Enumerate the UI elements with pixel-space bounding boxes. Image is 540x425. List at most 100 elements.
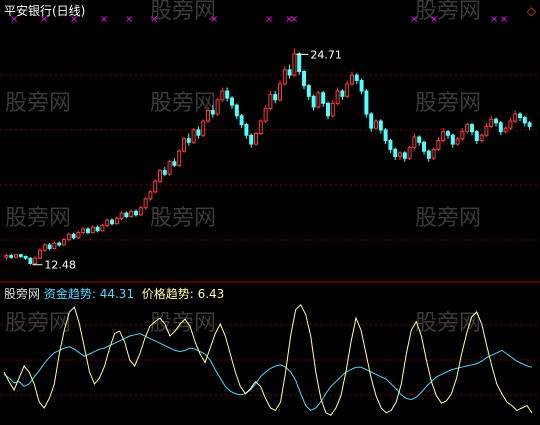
candle-body-67 xyxy=(326,102,330,117)
candle-body-45 xyxy=(220,90,225,101)
candle-body-28 xyxy=(138,207,143,216)
watermark-5: 股旁网 xyxy=(5,206,71,231)
candle-body-98 xyxy=(474,131,479,142)
marker-13: × xyxy=(500,14,508,25)
candle-body-105 xyxy=(508,120,513,129)
candle-body-13 xyxy=(66,233,71,241)
candle-body-8 xyxy=(42,244,47,251)
fund-trend-name: 资金趋势 xyxy=(43,287,92,301)
candle-body-97 xyxy=(470,124,474,133)
candle-body-60 xyxy=(292,53,297,76)
candle-body-92 xyxy=(446,131,450,136)
candle-body-64 xyxy=(311,95,316,108)
candle-body-48 xyxy=(234,104,239,117)
candle-body-31 xyxy=(153,180,158,193)
candle-body-22 xyxy=(110,219,114,225)
candle-body-53 xyxy=(258,120,263,134)
candle-body-94 xyxy=(455,138,460,145)
candle-body-37 xyxy=(182,138,186,152)
indicator-prefix: 股旁网 xyxy=(4,287,41,301)
candle-body-21 xyxy=(105,219,110,226)
candle-body-99 xyxy=(479,134,484,142)
candle-body-51 xyxy=(249,134,254,145)
candle-body-43 xyxy=(210,109,215,115)
candle-body-71 xyxy=(345,83,350,97)
candle-body-7 xyxy=(38,249,42,259)
candle-body-27 xyxy=(134,210,138,216)
candle-body-30 xyxy=(148,191,153,200)
candle-body-88 xyxy=(426,150,431,159)
candle-body-2 xyxy=(14,254,18,258)
candle-body-104 xyxy=(503,127,508,133)
candle-body-76 xyxy=(369,113,374,129)
candle-body-78 xyxy=(378,120,383,131)
candle-body-100 xyxy=(484,125,489,136)
candle-body-47 xyxy=(230,97,234,106)
series-line-0 xyxy=(3,333,533,411)
candle-body-109 xyxy=(527,122,532,127)
candle-body-0 xyxy=(4,255,9,258)
marker-11: × xyxy=(430,14,438,25)
candle-body-11 xyxy=(57,242,62,246)
candle-body-91 xyxy=(441,131,446,142)
candle-body-66 xyxy=(321,92,326,104)
fund-trend-value: 44.31 xyxy=(99,287,135,301)
candle-body-63 xyxy=(306,85,311,97)
candle-body-49 xyxy=(239,115,244,126)
indicator-legend: 股旁网 资金趋势: 44.31 价格趋势: 6.43 xyxy=(4,287,225,301)
candle-body-57 xyxy=(278,83,282,101)
candle-body-95 xyxy=(460,131,465,140)
candle-body-20 xyxy=(100,224,105,232)
candle-body-58 xyxy=(282,69,287,85)
candle-body-36 xyxy=(177,150,182,166)
candle-body-75 xyxy=(364,90,369,115)
candle-body-46 xyxy=(225,90,230,99)
candle-body-52 xyxy=(254,132,258,145)
watermark-4: 股旁网 xyxy=(415,91,481,116)
candle-body-12 xyxy=(62,239,66,246)
candle-body-103 xyxy=(498,122,503,133)
candle-body-89 xyxy=(431,148,436,159)
corner-marker: ◇ xyxy=(526,4,536,18)
candle-body-44 xyxy=(215,99,220,115)
candle-body-90 xyxy=(436,140,441,150)
candle-body-23 xyxy=(114,217,119,225)
marker-12: × xyxy=(490,14,498,25)
stock-chart: 股旁网 股旁网股旁网 股旁网 股旁网股旁网 股旁网 股旁网股旁网 股旁网 股旁网 × × × × × ×… xyxy=(0,0,540,416)
price-trend-name: 价格趋势 xyxy=(141,287,190,301)
candle-body-87 xyxy=(422,141,426,152)
candle-body-107 xyxy=(518,113,522,119)
candle-body-65 xyxy=(316,92,321,108)
candle-body-32 xyxy=(158,170,162,182)
watermark-6: 股旁网 xyxy=(150,206,216,231)
candle-body-85 xyxy=(412,136,417,149)
marker-3: × xyxy=(100,14,108,25)
candle-body-5 xyxy=(28,257,33,265)
marker-5: × xyxy=(150,14,158,25)
candle-body-84 xyxy=(407,147,412,159)
candle-body-19 xyxy=(95,226,100,232)
candle-body-6 xyxy=(33,257,38,265)
watermark-10: 股旁网 xyxy=(415,311,481,336)
candle-body-3 xyxy=(18,254,23,257)
candle-body-50 xyxy=(244,124,249,136)
candle-body-24 xyxy=(119,212,124,219)
candle-body-55 xyxy=(268,94,273,110)
candle-body-77 xyxy=(374,120,378,129)
price-trend-value: 6.43 xyxy=(197,287,225,301)
candle-body-80 xyxy=(388,140,393,150)
candle-body-26 xyxy=(129,210,134,218)
candle-body-96 xyxy=(465,124,470,133)
candle-body-17 xyxy=(86,228,90,234)
candle-body-101 xyxy=(489,118,494,127)
candle-body-9 xyxy=(47,244,52,249)
high-label: 24.71 xyxy=(310,48,342,61)
candle-body-69 xyxy=(335,90,340,104)
chart-title: 平安银行(日线) xyxy=(4,4,86,18)
candle-body-4 xyxy=(23,255,28,259)
candle-body-86 xyxy=(417,136,422,143)
candle-body-79 xyxy=(383,129,388,142)
candle-body-93 xyxy=(450,134,455,145)
watermarks: 股旁网 股旁网股旁网 股旁网 股旁网股旁网 股旁网 股旁网股旁网 股旁网 股旁网 xyxy=(5,0,481,336)
candle-body-14 xyxy=(71,233,76,239)
